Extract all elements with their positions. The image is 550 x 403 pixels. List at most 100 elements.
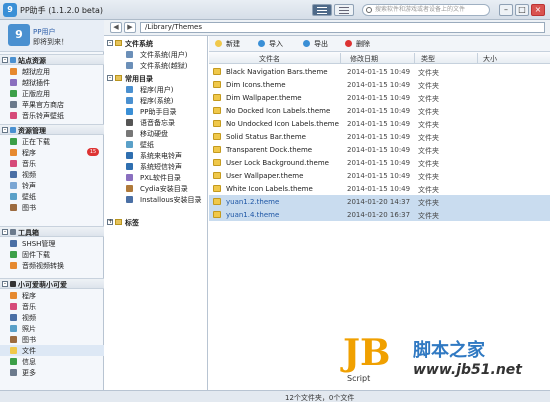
tree-item-filesystem-user[interactable]: 文件系统(用户) (104, 49, 208, 60)
sidebar-item-device-files[interactable]: 文件 (0, 345, 104, 356)
section-toolbox[interactable]: - 工具箱 (0, 226, 104, 237)
apple-icon (10, 101, 17, 108)
table-row[interactable]: Dim Wallpaper.theme 2014-01-15 10:49 文件夹 (209, 91, 550, 104)
shsh-icon (10, 240, 17, 247)
table-row[interactable]: Solid Status Bar.theme 2014-01-15 10:49 文件… (209, 130, 550, 143)
sidebar-item-programs[interactable]: 程序 15 (0, 147, 104, 158)
watermark-script-label: Script (347, 374, 371, 383)
sidebar-item-device-messages[interactable]: 信息 (0, 356, 104, 367)
table-row[interactable]: User Wallpaper.theme 2014-01-15 10:49 文件夹 (209, 169, 550, 182)
sidebar-item-device-photos[interactable]: 照片 (0, 323, 104, 334)
tree-item-filesystem-jailbreak[interactable]: 文件系统(越狱) (104, 60, 208, 71)
tree-item-system-ringtones[interactable]: 系统来电铃声 (104, 150, 208, 161)
book-icon (10, 336, 17, 343)
minimize-button[interactable]: – (499, 4, 513, 16)
back-button[interactable]: ◀ (110, 22, 122, 33)
search-input[interactable]: 搜索软件和游戏或者设备上的文件 (362, 4, 490, 16)
column-type[interactable]: 类型 (421, 54, 435, 64)
phone-icon (10, 281, 16, 287)
tree-group-common-dirs[interactable]: - 常用目录 (104, 73, 208, 84)
sidebar-item-device-programs[interactable]: 程序 (0, 290, 104, 301)
table-row[interactable]: Dim Icons.theme 2014-01-15 10:49 文件夹 (209, 78, 550, 91)
table-row-selected[interactable]: yuan1.4.theme 2014-01-20 16:37 文件夹 (209, 208, 550, 221)
section-device[interactable]: - 小可爱萌小可爱 (0, 278, 104, 289)
program-icon (10, 292, 17, 299)
tree-group-tags[interactable]: + 标签 (104, 217, 208, 228)
folder-icon (213, 81, 221, 88)
tree-item-pxl-dir[interactable]: PXL软件目录 (104, 172, 208, 183)
file-toolbar: 新建 导入 导出 删除 (209, 36, 550, 52)
tree-item-sms-ringtones[interactable]: 系统短信铃声 (104, 161, 208, 172)
sidebar-item-video[interactable]: 视频 (0, 169, 104, 180)
column-date[interactable]: 修改日期 (350, 54, 378, 64)
close-button[interactable]: × (531, 4, 545, 16)
sidebar-item-device-more[interactable]: 更多 (0, 367, 104, 378)
sidebar-item-device-books[interactable]: 图书 (0, 334, 104, 345)
profile-name[interactable]: PP用户 (33, 27, 55, 37)
user-profile[interactable]: 9 PP用户 即将到来！ (0, 20, 104, 52)
sidebar-item-apple-store[interactable]: 苹果官方商店 (0, 99, 104, 110)
export-icon (303, 40, 310, 47)
sidebar-item-jailbreak-plugins[interactable]: 越狱插件 (0, 77, 104, 88)
table-header: 文件名 修改日期 类型 大小 (209, 52, 550, 64)
path-field[interactable]: /Library/Themes (140, 22, 545, 33)
sidebar-item-ringtones[interactable]: 铃声 (0, 180, 104, 191)
sidebar-item-books[interactable]: 图书 (0, 202, 104, 213)
sidebar-item-music[interactable]: 音乐 (0, 158, 104, 169)
table-row[interactable]: User Lock Background.theme 2014-01-15 10:… (209, 156, 550, 169)
column-name[interactable]: 文件名 (259, 54, 280, 64)
directory-tree: - 文件系统 文件系统(用户) 文件系统(越狱) - 常用目录 程序(用户) 程序(… (104, 36, 208, 390)
tree-item-voice-memos[interactable]: 语音备忘录 (104, 117, 208, 128)
tree-item-user-programs[interactable]: 程序(用户) (104, 84, 208, 95)
convert-icon (10, 262, 17, 269)
tree-item-installous-dir[interactable]: Installous安装目录 (104, 194, 208, 205)
folder-icon (213, 133, 221, 140)
tree-item-system-programs[interactable]: 程序(系统) (104, 95, 208, 106)
sidebar-item-downloading[interactable]: 正在下载 (0, 136, 104, 147)
avatar: 9 (8, 24, 30, 46)
watermark-domain: www.jb51.net (413, 362, 522, 378)
folder-icon (115, 40, 122, 46)
tree-group-filesystem[interactable]: - 文件系统 (104, 38, 208, 49)
sidebar-item-wallpapers[interactable]: 壁纸 (0, 191, 104, 202)
table-row-selected[interactable]: yuan1.2.theme 2014-01-20 14:37 文件夹 (209, 195, 550, 208)
sidebar-item-device-video[interactable]: 视频 (0, 312, 104, 323)
tree-item-wallpaper[interactable]: 壁纸 (104, 139, 208, 150)
music-note-icon (126, 163, 133, 170)
list-view-button[interactable] (312, 4, 332, 16)
video-icon (10, 314, 17, 321)
watermark-site-name: 脚本之家 (413, 340, 485, 361)
section-resource-management[interactable]: - 资源管理 (0, 124, 104, 135)
forward-button[interactable]: ▶ (124, 22, 136, 33)
tree-item-mobile-disk[interactable]: 移动硬盘 (104, 128, 208, 139)
tag-icon (115, 219, 122, 225)
folder-icon (213, 146, 221, 153)
tree-item-pp-dir[interactable]: PP助手目录 (104, 106, 208, 117)
wallpaper-icon (126, 141, 133, 148)
sidebar-item-jailbreak-apps[interactable]: 越狱应用 (0, 66, 104, 77)
table-row[interactable]: Transparent Dock.theme 2014-01-15 10:49 文件… (209, 143, 550, 156)
sidebar-item-genuine-apps[interactable]: 正版应用 (0, 88, 104, 99)
table-row[interactable]: No Undocked Icon Labels.theme 2014-01-15 … (209, 117, 550, 130)
grid-view-button[interactable] (334, 4, 354, 16)
microphone-icon (126, 119, 133, 126)
tree-item-cydia-dir[interactable]: Cydia安装目录 (104, 183, 208, 194)
sidebar-item-device-music[interactable]: 音乐 (0, 301, 104, 312)
sidebar-item-media-convert[interactable]: 音频视频转换 (0, 260, 104, 271)
column-size[interactable]: 大小 (483, 54, 497, 64)
folder-icon (213, 120, 221, 127)
import-icon (258, 40, 265, 47)
sidebar-item-shsh[interactable]: SHSH管理 (0, 238, 104, 249)
table-row[interactable]: No Docked Icon Labels.theme 2014-01-15 10… (209, 104, 550, 117)
folder-icon (213, 211, 221, 218)
table-row[interactable]: Black Navigation Bars.theme 2014-01-15 10… (209, 65, 550, 78)
table-row[interactable]: White Icon Labels.theme 2014-01-15 10:49 文… (209, 182, 550, 195)
section-site-resources[interactable]: - 站点资源 (0, 54, 104, 65)
folder-icon (213, 172, 221, 179)
music-icon (10, 112, 17, 119)
sidebar-item-firmware[interactable]: 固件下载 (0, 249, 104, 260)
folder-icon (213, 94, 221, 101)
more-icon (10, 369, 17, 376)
maximize-button[interactable]: □ (515, 4, 529, 16)
sidebar-item-music-ringtones-wallpapers[interactable]: 音乐铃声壁纸 (0, 110, 104, 121)
